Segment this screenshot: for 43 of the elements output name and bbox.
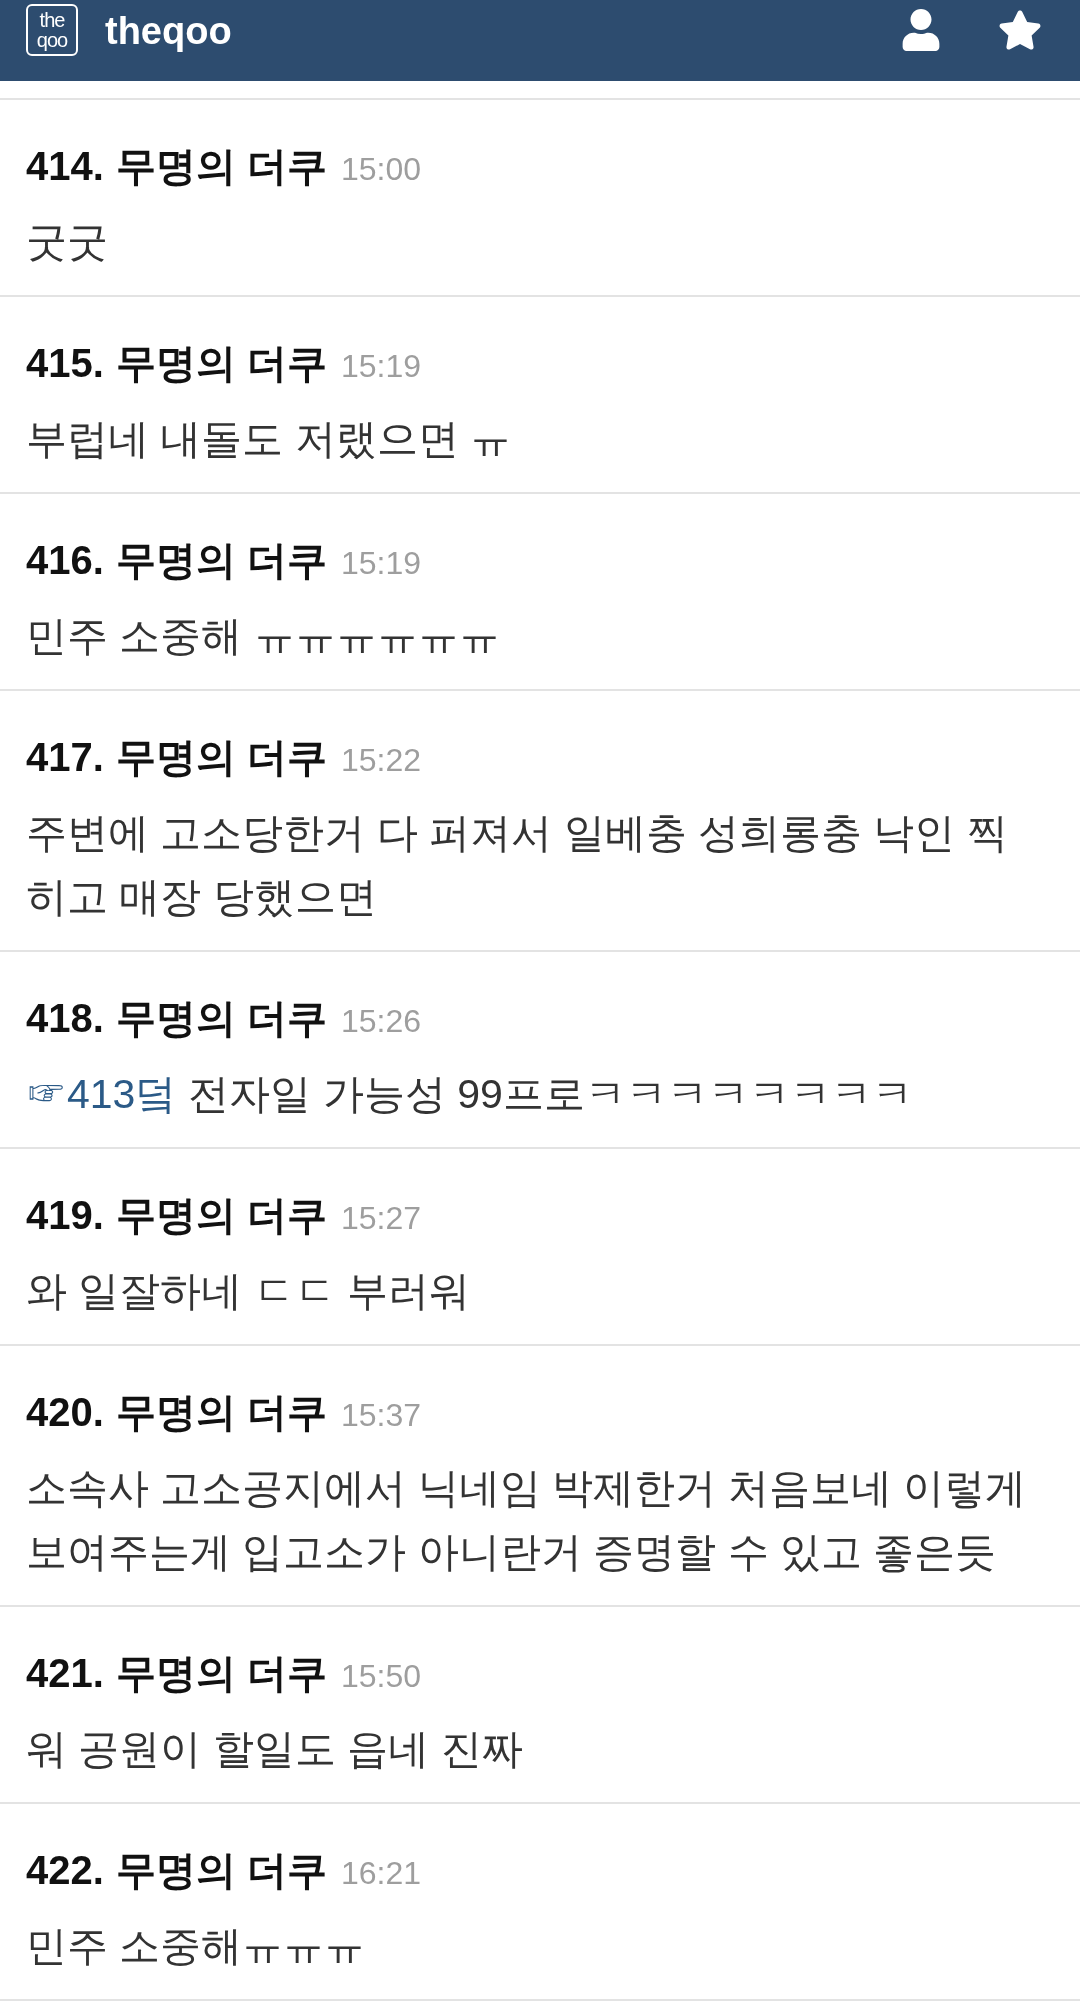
comment-number: 420.	[26, 1389, 104, 1436]
comment-time: 15:27	[341, 1199, 422, 1238]
comment-time: 15:22	[341, 741, 422, 780]
comment-text: 부럽네 내돌도 저랬으면 ㅠ	[26, 415, 513, 464]
comment-author: 무명의 더쿠	[115, 340, 327, 387]
comment-number: 416.	[26, 537, 104, 584]
comment-text: ☞413덬 전자일 가능성 99프로ㅋㅋㅋㅋㅋㅋㅋㅋ	[26, 1070, 914, 1119]
comment-number: 417.	[26, 734, 104, 781]
comment-time: 16:21	[341, 1854, 422, 1893]
comment-author: 무명의 더쿠	[115, 1650, 327, 1697]
comment-author: 무명의 더쿠	[115, 1192, 327, 1239]
comment-author: 무명의 더쿠	[115, 1389, 327, 1436]
comment-author: 무명의 더쿠	[115, 995, 327, 1042]
comment-time: 15:50	[341, 1657, 422, 1696]
comment-text: 주변에 고소당한거 다 퍼져서 일베충 성희롱충 낙인 찍히고 매장 당했으면	[26, 809, 1009, 922]
user-icon[interactable]	[902, 9, 940, 51]
site-logo[interactable]: the qoo	[26, 4, 78, 56]
comment-time: 15:26	[341, 1002, 422, 1041]
comment-time: 15:19	[341, 347, 422, 386]
comment-text: 민주 소중해 ㅠㅠㅠㅠㅠㅠ	[26, 612, 501, 661]
logo-text: the	[39, 10, 65, 30]
comment-time: 15:37	[341, 1396, 422, 1435]
comment-text: 굿굿	[26, 218, 109, 267]
comment-number: 421.	[26, 1650, 104, 1697]
comment-number: 414.	[26, 143, 104, 190]
comment-number: 422.	[26, 1847, 104, 1894]
comment-text: 와 일잘하네 ㄷㄷ 부러워	[26, 1267, 472, 1316]
comment-text: 워 공원이 할일도 읍네 진짜	[26, 1725, 524, 1774]
logo-text: qoo	[36, 30, 68, 50]
comment-time: 15:19	[341, 544, 422, 583]
comment-text: 소속사 고소공지에서 닉네임 박제한거 처음보네 이렇게 보여주는게 입고소가 아니란거 증명할 수 있고 좋은듯	[26, 1464, 1027, 1577]
star-icon[interactable]	[998, 9, 1042, 51]
comment-text: 민주 소중해ㅠㅠㅠ	[26, 1922, 367, 1971]
reply-link[interactable]: ☞413덬	[26, 1071, 177, 1117]
comment-author: 무명의 더쿠	[115, 143, 327, 190]
comment-number: 418.	[26, 995, 104, 1042]
comment-time: 15:00	[341, 150, 422, 189]
comment-number: 419.	[26, 1192, 104, 1239]
comment-author: 무명의 더쿠	[115, 537, 327, 584]
comment-author: 무명의 더쿠	[115, 734, 327, 781]
comment-number: 415.	[26, 340, 104, 387]
site-name[interactable]: theqoo	[105, 9, 232, 53]
comment-author: 무명의 더쿠	[115, 1847, 327, 1894]
